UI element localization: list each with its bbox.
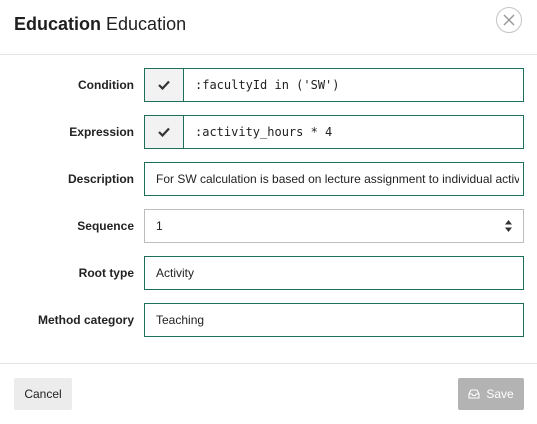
dialog-title: Education Education (14, 12, 186, 36)
sequence-value: 1 (156, 219, 163, 233)
dialog-header: Education Education (0, 0, 537, 55)
expression-check-button[interactable] (145, 116, 184, 148)
condition-value[interactable]: :facultyId in ('SW') (195, 69, 340, 101)
dialog-footer: Cancel Save (0, 363, 537, 424)
expression-field[interactable]: :activity_hours * 4 (144, 115, 524, 149)
save-icon (468, 389, 480, 399)
close-button[interactable] (496, 7, 522, 33)
expression-label: Expression (69, 125, 134, 139)
description-input[interactable]: For SW calculation is based on lecture a… (144, 162, 524, 196)
description-label: Description (67, 172, 134, 186)
dialog-title-bold: Education (14, 14, 102, 34)
method-category-row: Method category Teaching (0, 303, 537, 337)
cancel-button[interactable]: Cancel (14, 378, 72, 410)
expression-row: Expression :activity_hours * 4 (0, 115, 537, 149)
root-type-row: Root type Activity (0, 256, 537, 290)
description-row: Description For SW calculation is based … (0, 162, 537, 196)
condition-field[interactable]: :facultyId in ('SW') (144, 68, 524, 102)
spinner-arrows-icon[interactable] (504, 218, 513, 234)
root-type-input[interactable]: Activity (144, 256, 524, 290)
description-value: For SW calculation is based on lecture a… (156, 172, 519, 186)
method-category-value: Teaching (156, 313, 205, 327)
check-icon (158, 80, 170, 90)
method-category-input[interactable]: Teaching (144, 303, 524, 337)
close-icon (503, 14, 515, 26)
sequence-input[interactable]: 1 (144, 209, 524, 243)
condition-check-button[interactable] (145, 69, 184, 101)
sequence-label: Sequence (77, 219, 134, 233)
save-label: Save (486, 387, 514, 401)
expression-value[interactable]: :activity_hours * 4 (195, 116, 332, 148)
root-type-value: Activity (156, 266, 195, 280)
dialog-title-rest: Education (106, 14, 187, 34)
root-type-label: Root type (78, 266, 134, 280)
save-button[interactable]: Save (458, 378, 524, 410)
method-category-label: Method category (37, 313, 134, 327)
condition-row: Condition :facultyId in ('SW') (0, 68, 537, 102)
condition-label: Condition (78, 78, 134, 92)
check-icon (158, 127, 170, 137)
sequence-row: Sequence 1 (0, 209, 537, 243)
